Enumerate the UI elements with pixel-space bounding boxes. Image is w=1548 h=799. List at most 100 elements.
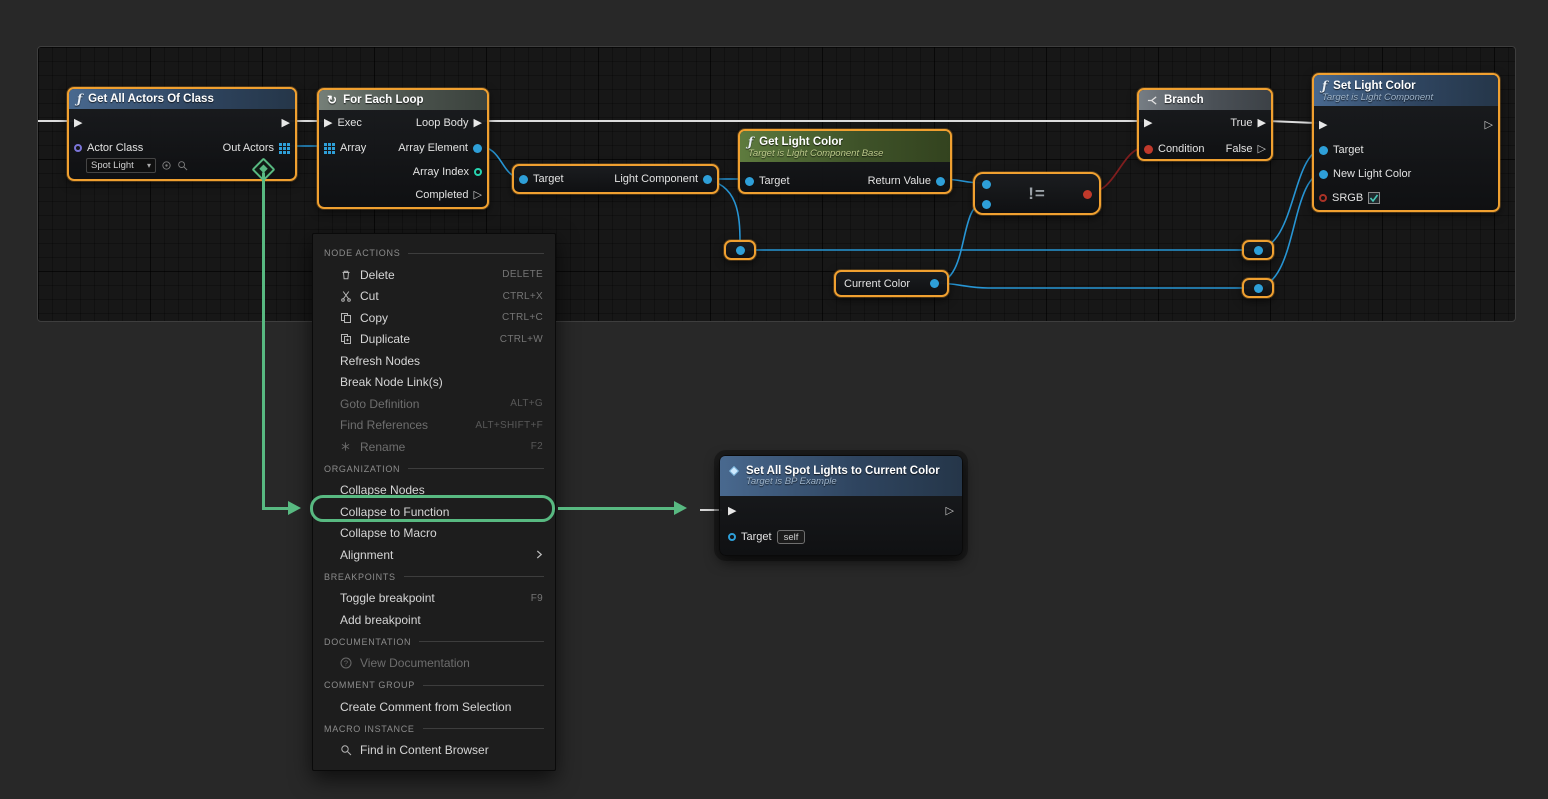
menu-item-duplicate[interactable]: Duplicate CTRL+W	[313, 329, 555, 351]
menu-section-organization: ORGANIZATION	[313, 458, 555, 480]
target-pin[interactable]	[728, 533, 736, 541]
reroute-node[interactable]	[1242, 240, 1274, 260]
actor-class-pin[interactable]	[74, 144, 82, 152]
reroute-node[interactable]	[1242, 278, 1274, 298]
menu-item-break-node-links[interactable]: Break Node Link(s)	[313, 372, 555, 394]
exec-out-pin[interactable]: ▷	[1485, 120, 1493, 131]
array-element-pin[interactable]	[473, 144, 482, 153]
menu-item-add-breakpoint[interactable]: Add breakpoint	[313, 609, 555, 631]
true-pin[interactable]: ▶	[1258, 118, 1266, 129]
light-component-pin[interactable]	[703, 175, 712, 184]
array-in-pin[interactable]	[324, 143, 335, 154]
node-header[interactable]: ↻ For Each Loop	[319, 90, 487, 110]
exec-in-pin[interactable]: ▶	[324, 118, 332, 129]
copy-icon	[340, 312, 354, 324]
node-header[interactable]: ƒ Get Light Color Target is Light Compon…	[740, 131, 950, 162]
menu-section-macro-instance: MACRO INSTANCE	[313, 718, 555, 740]
self-reference-tag: self	[777, 530, 806, 544]
menu-item-find-references[interactable]: Find References ALT+SHIFT+F	[313, 415, 555, 437]
node-not-equal[interactable]: !=	[973, 172, 1101, 215]
array-index-pin[interactable]	[474, 168, 482, 176]
exec-in-pin[interactable]: ▶	[1319, 120, 1327, 131]
node-set-all-spot-lights[interactable]: Set All Spot Lights to Current Color Tar…	[719, 455, 963, 556]
exec-out-pin[interactable]: ▷	[946, 506, 954, 517]
node-subtitle: Target is Light Component Base	[748, 149, 883, 159]
function-call-diamond-icon	[728, 465, 740, 477]
menu-item-create-comment[interactable]: Create Comment from Selection	[313, 696, 555, 718]
menu-section-documentation: DOCUMENTATION	[313, 631, 555, 653]
menu-item-rename[interactable]: Rename F2	[313, 436, 555, 458]
exec-in-pin[interactable]: ▶	[1144, 118, 1152, 129]
loop-body-pin[interactable]: ▶	[474, 118, 482, 129]
function-icon: ƒ	[77, 92, 82, 106]
loop-icon: ↻	[327, 93, 337, 107]
chevron-down-icon: ▾	[147, 161, 151, 170]
condition-pin[interactable]	[1144, 145, 1153, 154]
reroute-pin[interactable]	[1254, 284, 1263, 293]
node-set-light-color[interactable]: ƒ Set Light Color Target is Light Compon…	[1312, 73, 1500, 212]
target-pin[interactable]	[745, 177, 754, 186]
duplicate-icon	[340, 333, 354, 345]
reroute-pin[interactable]	[736, 246, 745, 255]
node-branch[interactable]: Branch ▶ True ▶ Condition False ▷	[1137, 88, 1273, 161]
branch-icon	[1147, 95, 1158, 106]
function-icon: ƒ	[1322, 79, 1327, 93]
node-title: Get Light Color	[759, 136, 843, 148]
menu-item-alignment[interactable]: Alignment	[313, 544, 555, 566]
node-light-component-getter[interactable]: Target Light Component	[512, 164, 719, 194]
dropdown-value: Spot Light	[91, 160, 134, 171]
menu-item-refresh-nodes[interactable]: Refresh Nodes	[313, 350, 555, 372]
result-pin[interactable]	[1083, 190, 1092, 199]
target-pin[interactable]	[519, 175, 528, 184]
node-header[interactable]: Set All Spot Lights to Current Color Tar…	[720, 456, 962, 496]
exec-in-pin[interactable]: ▶	[728, 506, 736, 517]
cut-icon	[340, 290, 354, 302]
input-a-pin[interactable]	[982, 180, 991, 189]
array-out-pin[interactable]	[279, 143, 290, 154]
search-icon	[340, 744, 354, 756]
menu-item-cut[interactable]: Cut CTRL+X	[313, 286, 555, 308]
actor-class-dropdown[interactable]: Spot Light ▾	[86, 158, 156, 173]
blueprint-graph[interactable]: ƒ Get All Actors Of Class ▶ ▶ Actor Clas…	[37, 46, 1516, 322]
exec-in-pin[interactable]: ▶	[74, 118, 82, 129]
pin-label: Out Actors	[223, 142, 274, 154]
menu-item-goto-definition[interactable]: Goto Definition ALT+G	[313, 393, 555, 415]
menu-item-view-documentation[interactable]: ? View Documentation	[313, 653, 555, 675]
node-current-color[interactable]: Current Color	[834, 270, 949, 297]
completed-pin[interactable]: ▷	[474, 190, 482, 201]
function-icon: ƒ	[748, 135, 753, 149]
current-color-pin[interactable]	[930, 279, 939, 288]
menu-item-toggle-breakpoint[interactable]: Toggle breakpoint F9	[313, 588, 555, 610]
menu-item-collapse-to-function[interactable]: Collapse to Function	[313, 501, 555, 523]
target-pin[interactable]	[1319, 146, 1328, 155]
node-get-all-actors-of-class[interactable]: ƒ Get All Actors Of Class ▶ ▶ Actor Clas…	[67, 87, 297, 181]
browse-icon[interactable]	[177, 160, 188, 171]
operator-label: !=	[975, 174, 1099, 213]
menu-item-delete[interactable]: Delete DELETE	[313, 264, 555, 286]
menu-item-find-in-content-browser[interactable]: Find in Content Browser	[313, 740, 555, 762]
menu-item-copy[interactable]: Copy CTRL+C	[313, 307, 555, 329]
annotation-line	[558, 507, 675, 510]
svg-text:?: ?	[344, 659, 348, 668]
menu-item-collapse-nodes[interactable]: Collapse Nodes	[313, 480, 555, 502]
input-b-pin[interactable]	[982, 200, 991, 209]
annotation-arrowhead	[288, 501, 301, 515]
node-header[interactable]: ƒ Set Light Color Target is Light Compon…	[1314, 75, 1498, 106]
node-header[interactable]: Branch	[1139, 90, 1271, 110]
node-header[interactable]: ƒ Get All Actors Of Class	[69, 89, 295, 109]
false-pin[interactable]: ▷	[1258, 144, 1266, 155]
return-value-pin[interactable]	[936, 177, 945, 186]
new-light-color-pin[interactable]	[1319, 170, 1328, 179]
context-menu: NODE ACTIONS Delete DELETE Cut CTRL+X Co…	[312, 233, 556, 771]
menu-item-collapse-to-macro[interactable]: Collapse to Macro	[313, 523, 555, 545]
srgb-checkbox[interactable]	[1368, 192, 1380, 204]
node-get-light-color[interactable]: ƒ Get Light Color Target is Light Compon…	[738, 129, 952, 194]
reroute-pin[interactable]	[1254, 246, 1263, 255]
trash-icon	[340, 269, 354, 281]
exec-out-pin[interactable]: ▶	[282, 118, 290, 129]
reroute-node[interactable]	[724, 240, 756, 260]
use-selected-icon[interactable]	[161, 160, 172, 171]
pin-label: Actor Class	[87, 142, 143, 154]
node-for-each-loop[interactable]: ↻ For Each Loop ▶ Exec Loop Body ▶	[317, 88, 489, 209]
srgb-pin[interactable]	[1319, 194, 1327, 202]
